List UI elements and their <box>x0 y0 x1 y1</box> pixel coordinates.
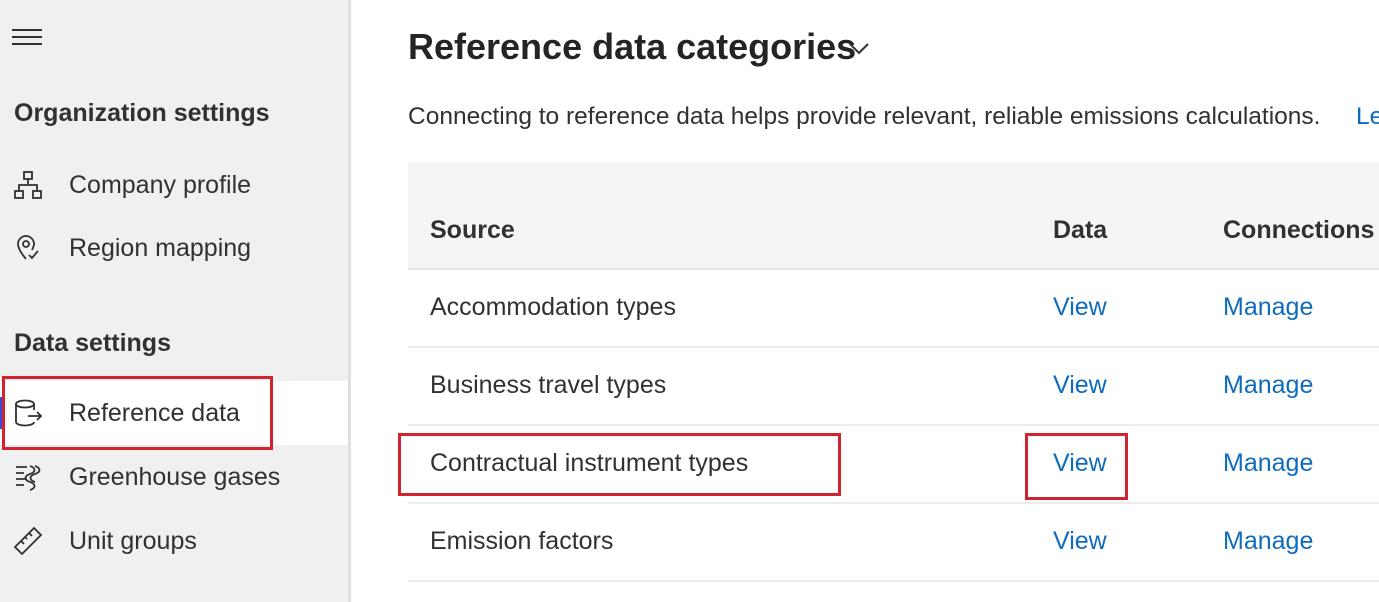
org-chart-icon <box>12 169 44 201</box>
sidebar: Organization settings Company profile Re… <box>0 0 348 602</box>
source-cell: Contractual instrument types <box>430 449 749 477</box>
table-row: Business travel types View Manage <box>408 348 1379 426</box>
table-row: Emission factors View Manage <box>408 504 1379 582</box>
view-link[interactable]: View <box>1053 449 1107 478</box>
selection-indicator <box>0 397 4 429</box>
data-settings-heading: Data settings <box>14 329 171 357</box>
organization-settings-heading: Organization settings <box>14 99 270 127</box>
sidebar-divider <box>348 0 351 602</box>
sidebar-item-unit-groups[interactable]: Unit groups <box>0 509 348 573</box>
database-export-icon <box>12 397 44 429</box>
ruler-icon <box>12 525 44 557</box>
description-text: Connecting to reference data helps provi… <box>408 103 1321 130</box>
learn-more-link[interactable]: Le <box>1356 103 1379 131</box>
manage-link[interactable]: Manage <box>1223 527 1313 556</box>
gas-layers-icon <box>12 461 44 493</box>
view-link[interactable]: View <box>1053 371 1107 400</box>
sidebar-item-label: Reference data <box>69 398 240 427</box>
view-link[interactable]: View <box>1053 293 1107 322</box>
column-header-data[interactable]: Data <box>1053 216 1107 245</box>
location-pin-icon <box>12 232 44 264</box>
manage-link[interactable]: Manage <box>1223 449 1313 478</box>
sidebar-item-label: Unit groups <box>69 526 197 555</box>
source-cell: Emission factors <box>430 527 614 555</box>
page-title: Reference data categories <box>408 26 857 67</box>
sidebar-item-reference-data[interactable]: Reference data <box>0 381 348 445</box>
sidebar-item-label: Company profile <box>69 170 252 199</box>
chevron-down-icon[interactable] <box>846 38 872 58</box>
column-header-connections[interactable]: Connections <box>1223 216 1374 245</box>
hamburger-menu-icon[interactable] <box>12 26 43 48</box>
sidebar-item-company-profile[interactable]: Company profile <box>0 153 348 217</box>
table-row: Contractual instrument types View Manage <box>408 426 1379 504</box>
manage-link[interactable]: Manage <box>1223 293 1313 322</box>
manage-link[interactable]: Manage <box>1223 371 1313 400</box>
sidebar-item-greenhouse-gases[interactable]: Greenhouse gases <box>0 445 348 509</box>
sidebar-item-region-mapping[interactable]: Region mapping <box>0 216 348 280</box>
table-row: Accommodation types View Manage <box>408 270 1379 348</box>
view-link[interactable]: View <box>1053 527 1107 556</box>
sidebar-item-label: Greenhouse gases <box>69 462 281 491</box>
sidebar-item-label: Region mapping <box>69 233 252 262</box>
column-header-source[interactable]: Source <box>430 216 515 245</box>
source-cell: Business travel types <box>430 371 667 399</box>
source-cell: Accommodation types <box>430 293 676 321</box>
